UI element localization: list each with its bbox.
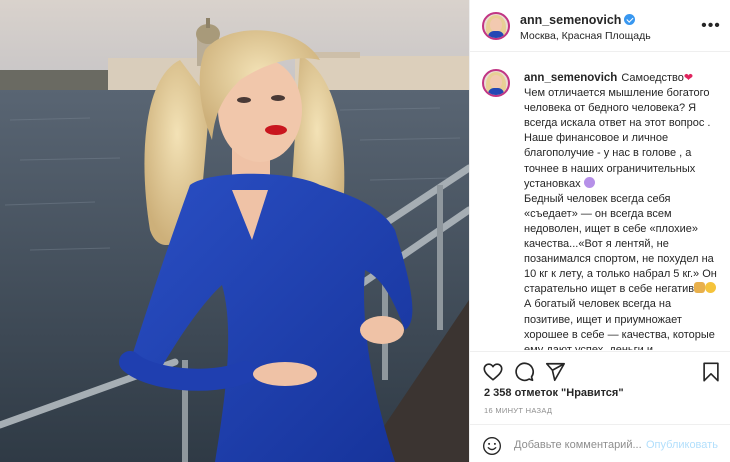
caption-paragraph-3: Бедный человек всегда себя «съедает» — о…	[524, 192, 717, 296]
post-header: ann_semenovich Москва, Красная Площадь •…	[470, 0, 730, 52]
laughing-emoji-icon	[705, 282, 717, 294]
post-photo[interactable]	[0, 0, 469, 462]
avatar[interactable]	[482, 12, 510, 40]
thumbs-up-emoji-icon	[694, 282, 706, 294]
username-link[interactable]: ann_semenovich	[520, 13, 636, 27]
post-photo-illustration	[0, 0, 469, 462]
publish-button[interactable]: Опубликовать	[646, 439, 718, 451]
caption-section: ann_semenovich Самоедство❤ Чем отличается…	[470, 53, 730, 350]
likes-count[interactable]: 2 358 отметок "Нравится"	[484, 387, 624, 399]
comment-form: Опубликовать	[470, 424, 730, 462]
post-sidebar: ann_semenovich Москва, Красная Площадь •…	[469, 0, 730, 462]
action-bar	[470, 351, 730, 389]
verified-icon	[624, 14, 636, 25]
heart-emoji-icon: ❤	[683, 72, 694, 84]
caption-username[interactable]: ann_semenovich	[524, 72, 617, 84]
username-text[interactable]: ann_semenovich	[520, 13, 621, 27]
heart-icon[interactable]	[482, 361, 504, 383]
post-timestamp[interactable]: 16 МИНУТ НАЗАД	[484, 406, 552, 415]
caption-paragraph-2: Чем отличается мышление богатого человек…	[524, 87, 711, 190]
caption-paragraph-1: Самоедство	[621, 72, 684, 84]
caption-text: ann_semenovich Самоедство❤ Чем отличается…	[524, 71, 722, 350]
comment-icon[interactable]	[513, 361, 535, 383]
emoji-icon	[583, 176, 595, 188]
more-icon[interactable]: •••	[701, 16, 721, 36]
caption-paragraph-4: А богатый человек всегда на позитиве, ищ…	[524, 298, 715, 350]
smile-icon[interactable]	[482, 436, 502, 456]
location-link[interactable]: Москва, Красная Площадь	[520, 30, 651, 42]
caption-avatar[interactable]	[482, 69, 510, 97]
bookmark-icon[interactable]	[700, 361, 722, 383]
comment-input[interactable]	[514, 436, 644, 454]
share-icon[interactable]	[544, 361, 566, 383]
